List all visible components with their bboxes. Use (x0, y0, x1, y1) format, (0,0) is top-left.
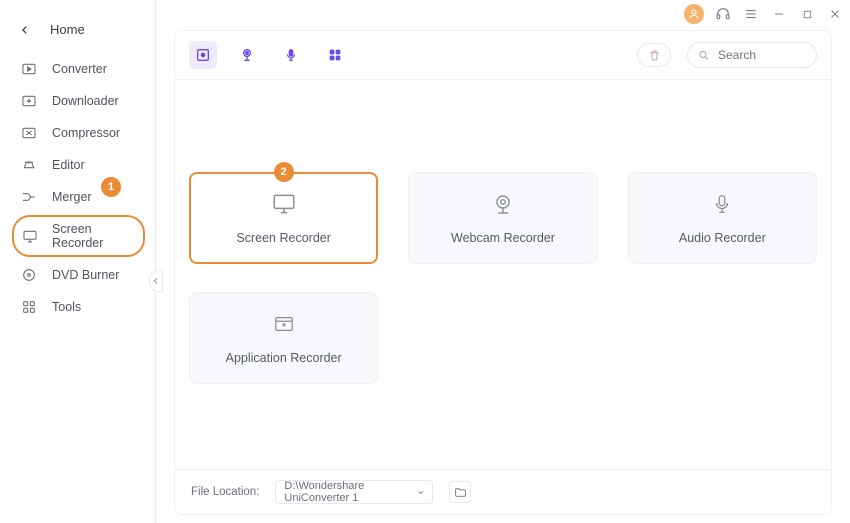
sidebar-item-label: Converter (52, 62, 107, 76)
card-label: Webcam Recorder (451, 231, 555, 245)
maximize-button[interactable] (798, 5, 816, 23)
open-folder-button[interactable] (449, 481, 471, 503)
sidebar-item-label: Merger (52, 190, 92, 204)
sidebar-item-label: Compressor (52, 126, 120, 140)
toolbar-screen-icon[interactable] (189, 41, 217, 69)
editor-icon (20, 156, 38, 174)
sidebar-item-label: Downloader (52, 94, 119, 108)
file-location-label: File Location: (191, 486, 259, 498)
sidebar-item-label: Tools (52, 300, 81, 314)
converter-icon (20, 60, 38, 78)
close-button[interactable] (826, 5, 844, 23)
sidebar-item-label: Screen Recorder (52, 222, 135, 250)
microphone-icon (709, 191, 735, 217)
chevron-left-icon (152, 277, 160, 285)
sidebar-collapse-handle[interactable] (149, 270, 163, 292)
main-area: 2 Screen Recorder Webcam Recorder (156, 0, 850, 523)
callout-badge-2: 2 (274, 162, 294, 182)
search-input[interactable] (718, 48, 806, 62)
card-audio-recorder[interactable]: Audio Recorder (628, 172, 817, 264)
footer: File Location: D:\Wondershare UniConvert… (175, 469, 831, 514)
sidebar-item-dvd-burner[interactable]: DVD Burner (0, 259, 155, 291)
file-location-select[interactable]: D:\Wondershare UniConverter 1 (275, 480, 433, 504)
tools-icon (20, 298, 38, 316)
window-controls (684, 4, 844, 24)
sidebar-item-converter[interactable]: Converter (0, 53, 155, 85)
toolbar-webcam-icon[interactable] (233, 41, 261, 69)
monitor-icon (271, 191, 297, 217)
sidebar: Home Converter Downloader Compressor Edi… (0, 0, 156, 523)
toolbar-trash-button[interactable] (637, 43, 671, 67)
card-label: Screen Recorder (236, 231, 331, 245)
card-application-recorder[interactable]: Application Recorder (189, 292, 378, 384)
card-screen-recorder[interactable]: 2 Screen Recorder (189, 172, 378, 264)
sidebar-item-editor[interactable]: Editor (0, 149, 155, 181)
downloader-icon (20, 92, 38, 110)
headset-icon[interactable] (714, 5, 732, 23)
toolbar (175, 31, 831, 80)
sidebar-item-downloader[interactable]: Downloader (0, 85, 155, 117)
sidebar-item-merger[interactable]: Merger 1 (0, 181, 155, 213)
user-icon (688, 8, 700, 20)
recorder-grid: 2 Screen Recorder Webcam Recorder (189, 172, 817, 384)
sidebar-title: Home (50, 22, 85, 37)
screen-recorder-icon (22, 227, 38, 245)
sidebar-item-tools[interactable]: Tools (0, 291, 155, 323)
card-label: Application Recorder (226, 351, 342, 365)
sidebar-item-label: DVD Burner (52, 268, 119, 282)
back-button[interactable] (18, 23, 32, 37)
sidebar-item-screen-recorder[interactable]: Screen Recorder (12, 215, 145, 257)
folder-icon (454, 486, 467, 499)
card-label: Audio Recorder (679, 231, 766, 245)
user-avatar[interactable] (684, 4, 704, 24)
dvd-icon (20, 266, 38, 284)
merger-icon (20, 188, 38, 206)
search-icon (698, 49, 710, 62)
toolbar-audio-icon[interactable] (277, 41, 305, 69)
webcam-icon (490, 191, 516, 217)
card-webcam-recorder[interactable]: Webcam Recorder (408, 172, 597, 264)
toolbar-apps-icon[interactable] (321, 41, 349, 69)
minimize-button[interactable] (770, 5, 788, 23)
search-box[interactable] (687, 42, 817, 68)
file-location-path: D:\Wondershare UniConverter 1 (284, 480, 416, 504)
content-panel: 2 Screen Recorder Webcam Recorder (174, 30, 832, 515)
application-icon (271, 311, 297, 337)
sidebar-item-compressor[interactable]: Compressor (0, 117, 155, 149)
compressor-icon (20, 124, 38, 142)
chevron-down-icon (417, 488, 425, 497)
hamburger-icon[interactable] (742, 5, 760, 23)
trash-icon (648, 49, 661, 62)
sidebar-item-label: Editor (52, 158, 85, 172)
callout-badge-1: 1 (101, 177, 121, 197)
